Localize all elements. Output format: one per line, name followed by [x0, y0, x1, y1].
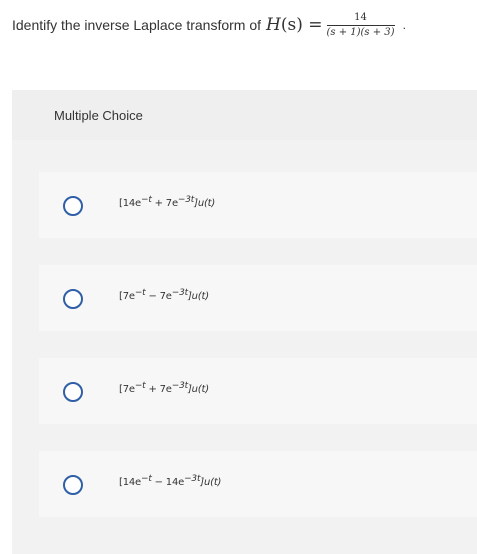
- question-period: .: [402, 18, 406, 32]
- question-text: Identify the inverse Laplace transform o…: [12, 17, 262, 33]
- multiple-choice-label: Multiple Choice: [54, 108, 143, 123]
- answer-expression: [7e−t + 7e−3t]u(t): [119, 381, 209, 396]
- answer-option-2[interactable]: [7e−t − 7e−3t]u(t): [39, 265, 477, 331]
- multiple-choice-panel: Multiple Choice [14e−t + 7e−3t]u(t) [7e−…: [12, 90, 477, 554]
- answer-expression: [14e−t + 7e−3t]u(t): [119, 195, 216, 210]
- answer-expression: [14e−t − 14e−3t]u(t): [119, 474, 222, 489]
- radio-button[interactable]: [63, 382, 83, 402]
- question-prompt: Identify the inverse Laplace transform o…: [12, 8, 472, 42]
- answer-expression: [7e−t − 7e−3t]u(t): [119, 288, 209, 303]
- function-argument: (s) =: [280, 15, 323, 35]
- fraction-denominator: (s + 1)(s + 3): [326, 26, 395, 38]
- radio-button[interactable]: [63, 475, 83, 495]
- fraction-numerator: 14: [354, 11, 367, 23]
- answer-option-3[interactable]: [7e−t + 7e−3t]u(t): [39, 358, 477, 424]
- transfer-fraction: 14 (s + 1)(s + 3): [326, 11, 395, 38]
- radio-button[interactable]: [63, 289, 83, 309]
- multiple-choice-header: Multiple Choice: [12, 90, 477, 140]
- function-variable: H: [266, 15, 281, 35]
- radio-button[interactable]: [63, 196, 83, 216]
- transfer-function: H(s) =: [266, 15, 322, 35]
- answer-option-4[interactable]: [14e−t − 14e−3t]u(t): [39, 451, 477, 517]
- answer-option-1[interactable]: [14e−t + 7e−3t]u(t): [39, 172, 477, 238]
